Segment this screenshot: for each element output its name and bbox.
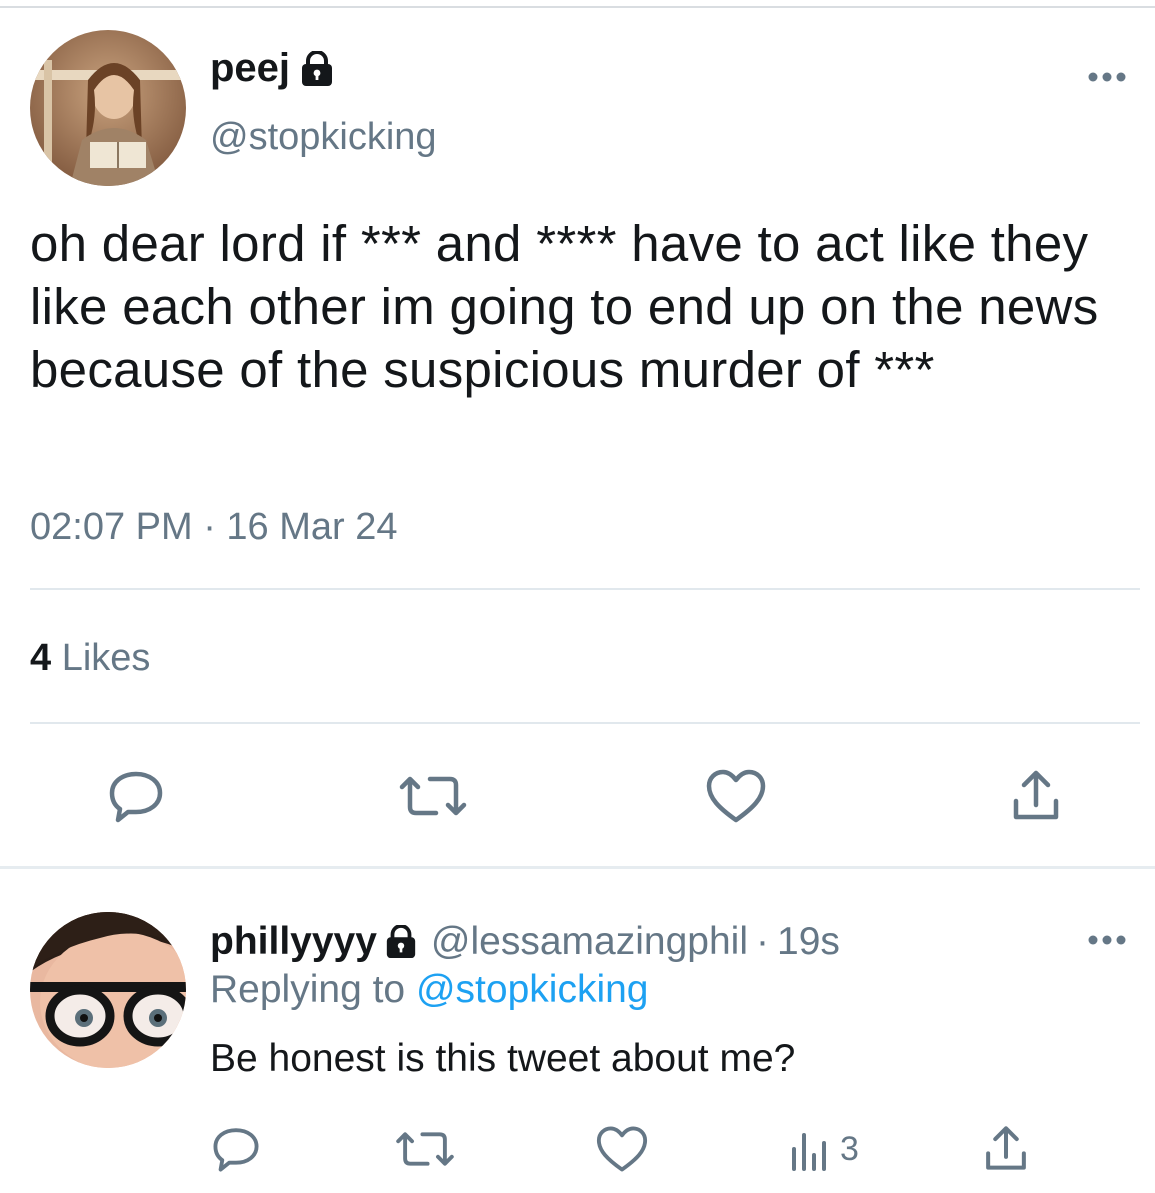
lock-icon [298, 49, 336, 87]
share-icon [1013, 770, 1059, 820]
like-button[interactable] [592, 1122, 652, 1176]
reply-button[interactable] [100, 766, 172, 826]
replying-prefix: Replying to [210, 968, 406, 1011]
display-name-text[interactable]: peej [210, 46, 290, 91]
retweet-icon [396, 1132, 454, 1166]
share-button[interactable] [976, 1120, 1036, 1176]
reply-handle[interactable]: @lessamazingphil [431, 920, 748, 964]
like-icon [596, 1126, 648, 1172]
reply-icon [109, 771, 163, 823]
reply-button[interactable] [206, 1122, 266, 1176]
like-button[interactable] [700, 766, 772, 826]
reply-icon [213, 1128, 259, 1172]
views-count: 3 [840, 1129, 859, 1168]
retweet-button[interactable] [390, 1122, 460, 1176]
replying-mention-link[interactable]: @stopkicking [416, 968, 649, 1011]
reply-avatar[interactable] [30, 912, 186, 1068]
tweet-timestamp[interactable]: 02:07 PM · 16 Mar 24 [30, 506, 398, 549]
share-icon [986, 1126, 1026, 1170]
likes-label: Likes [61, 637, 151, 679]
share-button[interactable] [1000, 762, 1072, 828]
replying-to: Replying to @stopkicking [210, 968, 648, 1012]
user-handle[interactable]: @stopkicking [210, 116, 437, 159]
retweet-button[interactable] [393, 766, 473, 826]
retweet-icon [399, 776, 467, 816]
tweet-text: oh dear lord if *** and **** have to act… [30, 215, 1099, 398]
lock-icon [383, 924, 419, 959]
views-button[interactable]: 3 [786, 1122, 886, 1176]
reply-header: phillyyyy @lessamazingphil · 19s [210, 920, 840, 964]
views-icon [792, 1133, 826, 1171]
separator-dot: · [756, 920, 769, 963]
section-divider [0, 866, 1155, 869]
divider [30, 588, 1140, 590]
like-icon [706, 769, 766, 823]
display-name[interactable]: peej [210, 46, 336, 91]
divider [30, 722, 1140, 724]
reply-timestamp[interactable]: 19s [777, 920, 840, 964]
likes-count[interactable]: 4 Likes [30, 637, 150, 680]
more-icon[interactable] [1086, 926, 1128, 954]
more-icon[interactable] [1086, 62, 1128, 92]
top-divider [0, 6, 1155, 8]
avatar[interactable] [30, 30, 186, 186]
likes-number: 4 [30, 637, 52, 679]
reply-text: Be honest is this tweet about me? [210, 1037, 796, 1080]
reply-display-name[interactable]: phillyyyy [210, 920, 377, 964]
